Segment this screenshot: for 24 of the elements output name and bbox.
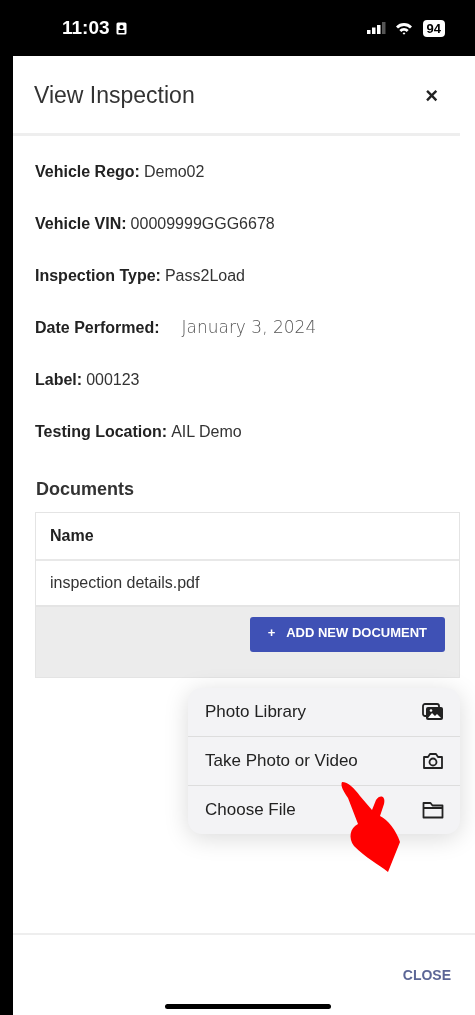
close-button[interactable]: × xyxy=(421,82,442,109)
signal-icon xyxy=(366,22,389,34)
wifi-icon xyxy=(394,21,413,35)
battery-icon: 94 xyxy=(422,19,445,37)
field-text: Inspection Type: Pass2Load xyxy=(35,266,246,285)
id-card-icon xyxy=(115,21,127,35)
clock: 11:03 xyxy=(62,17,110,39)
menu-item[interactable]: Photo Library xyxy=(188,688,460,737)
pointing-hand-icon xyxy=(340,780,402,872)
dialog-title: View Inspection xyxy=(34,82,195,109)
menu-item[interactable]: Take Photo or Video xyxy=(188,737,460,786)
menu-item[interactable]: Choose File xyxy=(188,786,460,834)
add-document-button[interactable]: + ADD NEW DOCUMENT xyxy=(249,617,445,652)
column-header: Name xyxy=(36,513,459,561)
field-text: Testing Location: AIL Demo xyxy=(35,422,243,441)
field-text: Vehicle VIN: 00009999GGG6678 xyxy=(35,214,276,233)
close-button[interactable]: CLOSE xyxy=(396,966,457,984)
photos-icon xyxy=(422,703,444,721)
field-text: Date Performed: January 3, 2024 xyxy=(35,318,318,337)
field-text: Vehicle Rego: Demo02 xyxy=(35,162,206,181)
folder-icon xyxy=(422,801,444,819)
section-title: Documents xyxy=(36,479,135,500)
field-text: Label: 000123 xyxy=(35,370,141,389)
camera-icon xyxy=(422,752,444,770)
